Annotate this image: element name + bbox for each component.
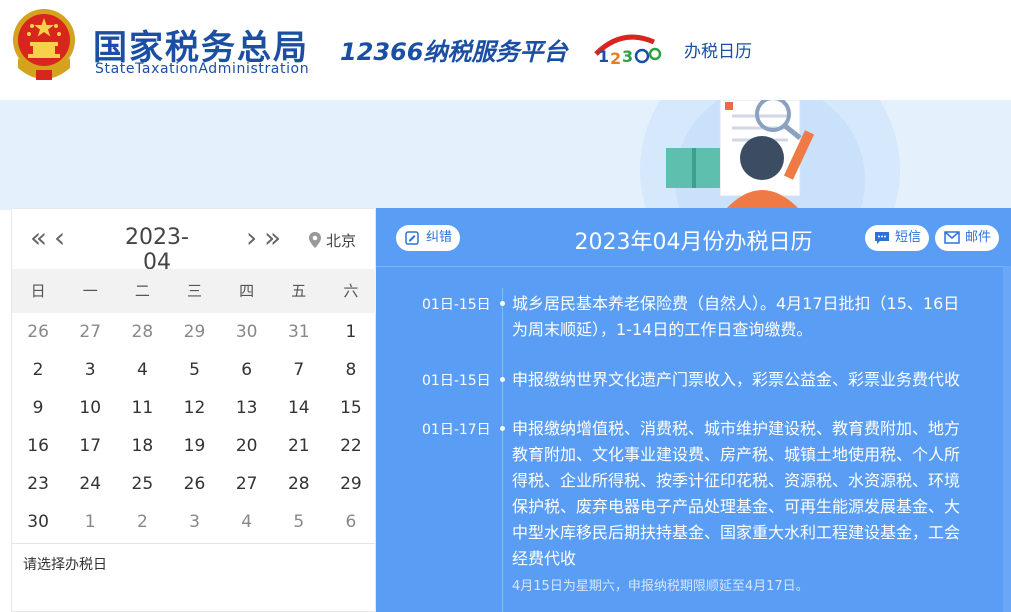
day-cell[interactable]: 26 — [168, 465, 220, 503]
panel-scrollbar[interactable] — [1003, 266, 1011, 612]
timeline-dot — [500, 426, 505, 431]
next-year-button[interactable]: » — [264, 221, 281, 254]
day-cell-other-month[interactable]: 27 — [64, 313, 116, 351]
svg-text:3: 3 — [622, 47, 633, 66]
prev-year-button[interactable]: « — [30, 221, 47, 254]
day-cell[interactable]: 9 — [12, 389, 64, 427]
site-header: 国家税务总局 StateTaxationAdministration 12366… — [0, 0, 1011, 100]
day-cell[interactable]: 27 — [221, 465, 273, 503]
day-cell-other-month[interactable]: 28 — [116, 313, 168, 351]
day-cell[interactable]: 24 — [64, 465, 116, 503]
day-cell-other-month[interactable]: 1 — [64, 503, 116, 541]
day-cell[interactable]: 28 — [273, 465, 325, 503]
day-cell[interactable]: 1 — [325, 313, 377, 351]
day-cell[interactable]: 4 — [116, 351, 168, 389]
day-cell-other-month[interactable]: 4 — [221, 503, 273, 541]
weekday-label: 六 — [343, 282, 359, 300]
location-pin-icon — [309, 232, 321, 248]
location-selector[interactable]: 北京 — [326, 230, 356, 251]
entry-text: 城乡居民基本养老保险费（自然人）。4月17日批扣（15、16日为周末顺延），1-… — [512, 294, 960, 339]
timeline-line — [502, 288, 503, 612]
select-day-prompt: 请选择办税日 — [23, 557, 107, 573]
timeline-dot — [500, 377, 505, 382]
week-row: 26 27 28 29 30 31 1 — [12, 313, 377, 351]
day-cell-other-month[interactable]: 30 — [221, 313, 273, 351]
svg-text:1: 1 — [598, 47, 609, 66]
prev-month-button[interactable]: ‹ — [54, 221, 65, 254]
day-cell[interactable]: 25 — [116, 465, 168, 503]
day-cell-other-month[interactable]: 29 — [168, 313, 220, 351]
day-cell[interactable]: 11 — [116, 389, 168, 427]
weekday-label: 四 — [239, 282, 255, 300]
day-cell[interactable]: 10 — [64, 389, 116, 427]
tax-calendar-panel: 纠错 2023年04月份办税日历 短信 邮件 01日-15日 城乡居民基本养老保… — [376, 208, 1011, 612]
day-cell[interactable]: 18 — [116, 427, 168, 465]
divider — [12, 543, 377, 544]
weekday-header: 日一二三四五六 — [12, 269, 377, 313]
day-cell[interactable]: 2 — [12, 351, 64, 389]
timeline-dot — [500, 301, 505, 306]
weekday-label: 三 — [186, 282, 202, 300]
day-cell[interactable]: 5 — [168, 351, 220, 389]
day-cell[interactable]: 22 — [325, 427, 377, 465]
day-cell[interactable]: 21 — [273, 427, 325, 465]
week-row: 2345678 — [12, 351, 377, 389]
national-emblem-icon — [13, 9, 75, 80]
mail-button[interactable]: 邮件 — [935, 225, 1000, 251]
day-cell[interactable]: 19 — [168, 427, 220, 465]
day-cell[interactable]: 7 — [273, 351, 325, 389]
mail-icon — [944, 231, 960, 244]
day-cell[interactable]: 15 — [325, 389, 377, 427]
entry-date: 01日-15日 — [422, 297, 491, 313]
next-month-button[interactable]: › — [246, 221, 257, 254]
sms-label: 短信 — [895, 230, 922, 245]
entry-date: 01日-17日 — [422, 422, 491, 438]
day-cell[interactable]: 20 — [221, 427, 273, 465]
day-cell-other-month[interactable]: 5 — [273, 503, 325, 541]
entry-text: 申报缴纳增值税、消费税、城市维护建设税、教育费附加、地方教育附加、文化事业建设费… — [512, 419, 961, 568]
weekday-label: 二 — [134, 282, 150, 300]
week-row: 30 1 2 3 4 5 6 — [12, 503, 377, 541]
day-cell[interactable]: 30 — [12, 503, 64, 541]
day-cell-other-month[interactable]: 3 — [168, 503, 220, 541]
calendar-nav: « ‹ 2023-04 › » 北京 — [12, 209, 377, 275]
day-cell-other-month[interactable]: 6 — [325, 503, 377, 541]
day-cell[interactable]: 8 — [325, 351, 377, 389]
day-cell[interactable]: 17 — [64, 427, 116, 465]
current-month: 2023-04 — [125, 225, 189, 275]
week-row: 23 24 25 26 27 28 29 — [12, 465, 377, 503]
week-row: 9 10 11 12 13 14 15 — [12, 389, 377, 427]
day-grid: 26 27 28 29 30 31 1 2 3 4 5 6 7 8 9 10 11 12 13 14 15 16 17 18 1… — [12, 313, 377, 541]
svg-text:2: 2 — [610, 49, 621, 68]
entry-note: 4月15日为星期六，申报纳税期限顺延至4月17日。 — [512, 579, 809, 594]
week-row: 16 17 18 19 20 21 22 — [12, 427, 377, 465]
day-cell[interactable]: 3 — [64, 351, 116, 389]
day-cell[interactable]: 12 — [168, 389, 220, 427]
mail-label: 邮件 — [965, 230, 992, 245]
weekday-label: 五 — [291, 282, 307, 300]
platform-logo-icon: 1 2 3 — [594, 34, 662, 68]
sms-button[interactable]: 短信 — [865, 225, 930, 251]
day-cell[interactable]: 29 — [325, 465, 377, 503]
banner — [0, 100, 1011, 210]
day-cell[interactable]: 14 — [273, 389, 325, 427]
calendar-widget: « ‹ 2023-04 › » 北京 日一二三四五六 26 27 28 29 30 31 1… — [11, 208, 377, 612]
day-cell[interactable]: 6 — [221, 351, 273, 389]
day-cell-other-month[interactable]: 31 — [273, 313, 325, 351]
entry-date: 01日-15日 — [422, 373, 491, 389]
day-cell[interactable]: 16 — [12, 427, 64, 465]
weekday-label: 日 — [30, 282, 46, 300]
day-cell-other-month[interactable]: 2 — [116, 503, 168, 541]
day-cell[interactable]: 13 — [221, 389, 273, 427]
weekday-label: 一 — [82, 282, 98, 300]
sms-icon — [875, 232, 889, 244]
day-cell[interactable]: 23 — [12, 465, 64, 503]
brand-name-en: StateTaxationAdministration — [95, 61, 310, 77]
platform-title: 12366纳税服务平台 — [340, 38, 568, 66]
day-cell-other-month[interactable]: 26 — [12, 313, 64, 351]
tax-calendar-link[interactable]: 办税日历 — [684, 37, 752, 62]
panel-divider — [376, 266, 1011, 267]
entry-text: 申报缴纳世界文化遗产门票收入，彩票公益金、彩票业务费代收 — [512, 370, 961, 389]
banner-illustration — [640, 100, 900, 210]
